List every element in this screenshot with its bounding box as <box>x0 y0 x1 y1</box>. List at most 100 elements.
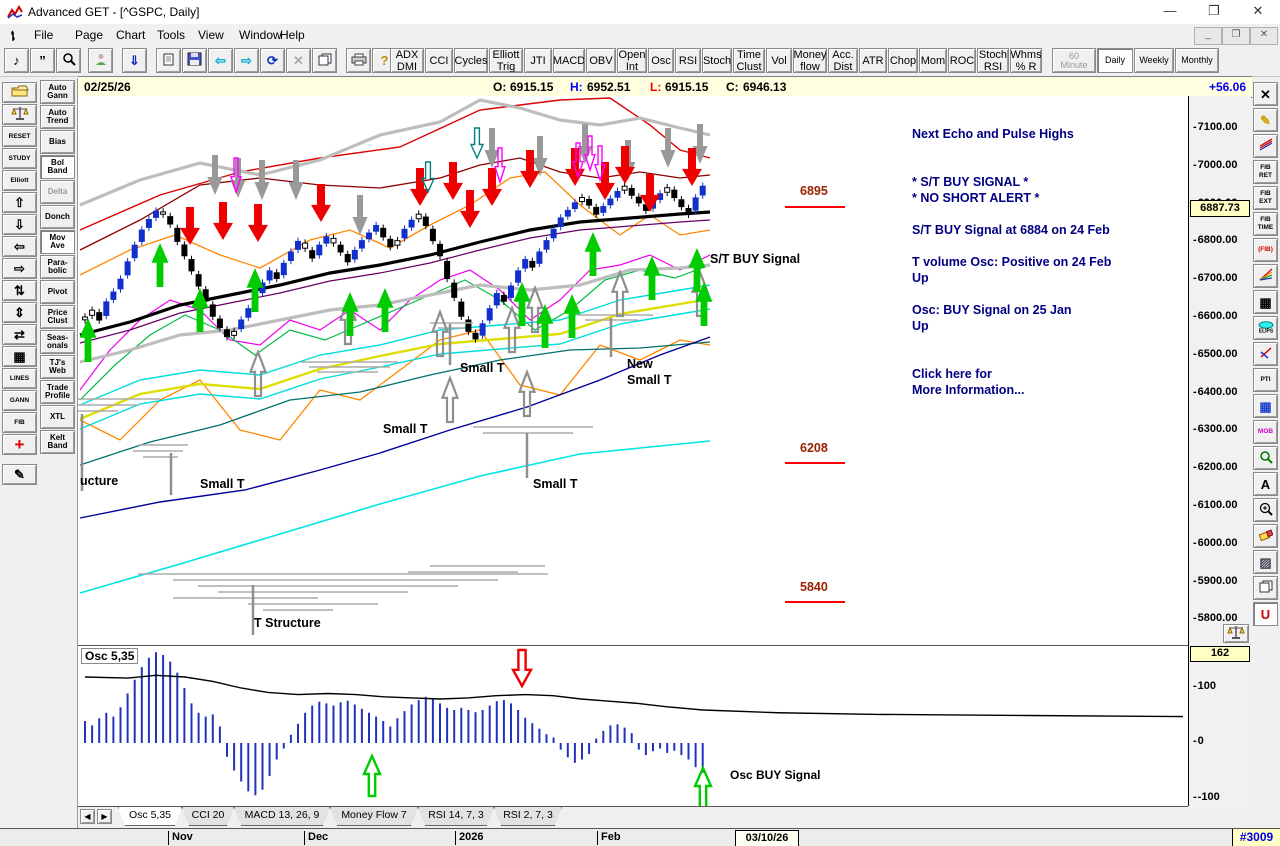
indicator-cycles[interactable]: Cycles <box>454 48 488 73</box>
indicator-macd[interactable]: MACD <box>553 48 585 73</box>
fan-lines-button[interactable] <box>1253 264 1278 288</box>
pti-button[interactable]: PTI <box>1253 368 1278 392</box>
reset-button[interactable]: RESET <box>2 126 37 147</box>
scroll-right-button[interactable]: ⇨ <box>2 258 37 279</box>
indicator-atr[interactable]: ATR <box>859 48 887 73</box>
contact-icon[interactable] <box>88 48 113 73</box>
timeframe-daily[interactable]: Daily <box>1097 48 1133 73</box>
tab-rsi-14-7-3[interactable]: RSI 14, 7, 3 <box>418 807 494 826</box>
sort-descending-icon[interactable]: ⇓ <box>122 48 147 73</box>
indicator-time-clust[interactable]: Time Clust <box>733 48 765 73</box>
parallel-lines-button[interactable] <box>1253 134 1278 158</box>
indicator-osc[interactable]: Osc <box>648 48 674 73</box>
blue-grid-button[interactable]: ▦ <box>1253 394 1278 418</box>
indicator-money-flow[interactable]: Money flow <box>793 48 827 73</box>
study-button[interactable]: STUDY <box>2 148 37 169</box>
tab-macd-13-26-9[interactable]: MACD 13, 26, 9 <box>234 807 330 826</box>
scroll-down-button[interactable]: ⇩ <box>2 214 37 235</box>
copy-pages-button[interactable] <box>1253 576 1278 600</box>
minimize-button[interactable]: — <box>1148 0 1192 24</box>
study-bias[interactable]: Bias <box>40 130 75 154</box>
indicator-obv[interactable]: OBV <box>586 48 616 73</box>
study-xtl[interactable]: XTL <box>40 405 75 429</box>
ellipse-button[interactable]: ELIPS <box>1253 316 1278 340</box>
elliott-button[interactable]: Elliott <box>2 170 37 191</box>
indicator-chop[interactable]: Chop <box>888 48 918 73</box>
menu-tools[interactable]: Tools <box>153 27 189 43</box>
tab-osc-5-35[interactable]: Osc 5,35 <box>118 807 182 826</box>
tab-money-flow-7[interactable]: Money Flow 7 <box>330 807 418 826</box>
delete-drawing-button[interactable]: ✕ <box>1253 82 1278 106</box>
study-trade-profile[interactable]: Trade Profile <box>40 380 75 404</box>
notes-button[interactable]: ✎ <box>2 464 37 485</box>
restore-button[interactable]: ❐ <box>1192 0 1236 24</box>
mob-button[interactable]: MOB <box>1253 420 1278 444</box>
indicator-stoch-rsi[interactable]: Stoch RSI <box>977 48 1009 73</box>
study-pivot[interactable]: Pivot <box>40 280 75 304</box>
fib-time-button[interactable]: FIB TIME <box>1253 212 1278 236</box>
chart-window-icon[interactable]: ♪ <box>4 48 29 73</box>
indicator-adx-dmi[interactable]: ADX DMI <box>390 48 424 73</box>
indicator-mom[interactable]: Mom <box>919 48 947 73</box>
eraser-button[interactable] <box>1253 524 1278 548</box>
copy-page-icon[interactable] <box>312 48 337 73</box>
next-page-icon[interactable]: ⇨ <box>234 48 259 73</box>
study-price-clust[interactable]: Price Clust <box>40 305 75 329</box>
price-chart[interactable]: Small T New Small T Small T Small T Small T T … <box>78 96 1188 645</box>
fib-button[interactable]: FIB <box>2 412 37 433</box>
timeframe-monthly[interactable]: Monthly <box>1175 48 1219 73</box>
indicator-open-int[interactable]: Open Int <box>617 48 647 73</box>
fib-retrace-button[interactable]: FIB RET <box>1253 160 1278 184</box>
child-close-button[interactable]: ✕ <box>1250 27 1278 45</box>
menu-file[interactable]: File <box>30 27 57 43</box>
study-auto-trend[interactable]: Auto Trend <box>40 105 75 129</box>
study-seas-onals[interactable]: Seas- onals <box>40 330 75 354</box>
lines-button[interactable]: LINES <box>2 368 37 389</box>
symbol-scales-button[interactable] <box>2 104 37 125</box>
fib-circle-button[interactable]: (FIB) <box>1253 238 1278 262</box>
text-tool-button[interactable]: A <box>1253 472 1278 496</box>
magnet-u-button[interactable]: U <box>1253 602 1278 626</box>
print-icon[interactable] <box>346 48 371 73</box>
expand-bars-button[interactable]: ⇕ <box>2 302 37 323</box>
pencil-button[interactable]: ✎ <box>1253 108 1278 132</box>
study-zoom-button[interactable] <box>1253 446 1278 470</box>
dither-grid-button[interactable]: ▨ <box>1253 550 1278 574</box>
save-page-icon[interactable] <box>182 48 207 73</box>
open-chart-button[interactable] <box>2 82 37 103</box>
compress-bars-button[interactable]: ⇅ <box>2 280 37 301</box>
price-axis[interactable]: 7100.007000.006900.006800.006700.006600.… <box>1188 96 1251 645</box>
tab-rsi-2-7-3[interactable]: RSI 2, 7, 3 <box>494 807 562 826</box>
align-bars-button[interactable]: ⇄ <box>2 324 37 345</box>
tab-cci-20[interactable]: CCI 20 <box>182 807 234 826</box>
previous-page-icon[interactable]: ⇦ <box>208 48 233 73</box>
axis-scales-button[interactable] <box>1223 624 1249 643</box>
zoom-in-button[interactable] <box>1253 498 1278 522</box>
more-information-link[interactable]: More Information... <box>912 383 1025 397</box>
more-information-link[interactable]: Click here for <box>912 367 992 381</box>
study-donch[interactable]: Donch <box>40 205 75 229</box>
tab-scroll-right-button[interactable]: ▶ <box>97 809 112 824</box>
grid-tool-button[interactable]: ▦ <box>1253 290 1278 314</box>
menu-help[interactable]: Help <box>276 27 309 43</box>
indicator-vol[interactable]: Vol <box>766 48 792 73</box>
rotate-page-icon[interactable]: ⟳ <box>260 48 285 73</box>
indicator-stoch[interactable]: Stoch <box>702 48 732 73</box>
indicator-jti[interactable]: JTI <box>524 48 552 73</box>
indicator-roc[interactable]: ROC <box>948 48 976 73</box>
new-page-icon[interactable] <box>156 48 181 73</box>
scroll-up-button[interactable]: ⇧ <box>2 192 37 213</box>
child-restore-button[interactable]: ❐ <box>1222 27 1250 45</box>
tab-scroll-left-button[interactable]: ◀ <box>80 809 95 824</box>
zoom-window-icon[interactable] <box>56 48 81 73</box>
study-bol-band[interactable]: Bol Band <box>40 155 75 179</box>
grid-button[interactable]: ▦ <box>2 346 37 367</box>
indicator-rsi[interactable]: RSI <box>675 48 701 73</box>
study-auto-gann[interactable]: Auto Gann <box>40 80 75 104</box>
child-minimize-button[interactable]: _ <box>1194 27 1222 45</box>
menu-page[interactable]: Page <box>71 27 107 43</box>
oscillator-panel[interactable]: Osc 5,35 Osc BUY Signal <box>78 645 1188 810</box>
scroll-left-button[interactable]: ⇦ <box>2 236 37 257</box>
indicator-whms-r[interactable]: Whms % R <box>1010 48 1042 73</box>
study-tj-s-web[interactable]: TJ's Web <box>40 355 75 379</box>
